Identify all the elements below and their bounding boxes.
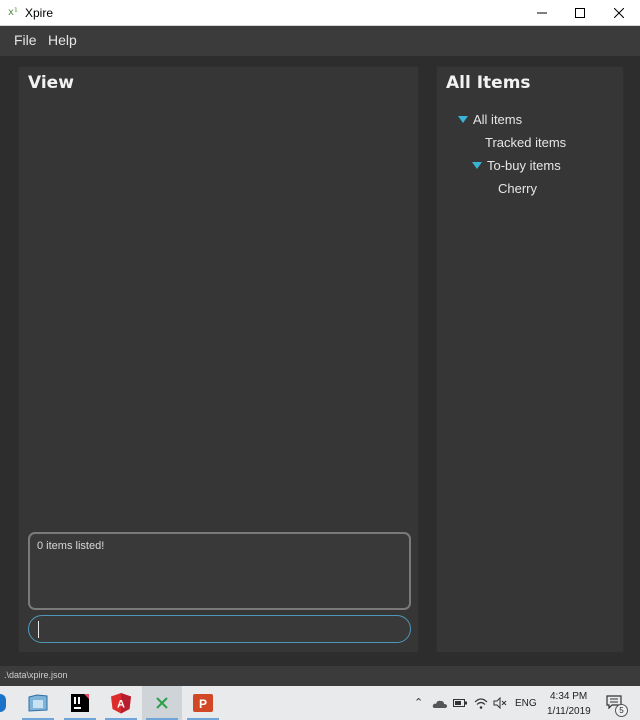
tree-item-all-items[interactable]: All items xyxy=(458,109,522,129)
menu-file[interactable]: File xyxy=(14,32,37,48)
menu-help[interactable]: Help xyxy=(48,32,77,48)
tree-item-tracked-items[interactable]: Tracked items xyxy=(485,132,566,152)
result-display: 0 items listed! xyxy=(28,532,411,610)
close-icon xyxy=(614,8,624,18)
expand-arrow-icon[interactable] xyxy=(472,161,482,169)
window-title: Xpire xyxy=(25,6,54,20)
xpire-app[interactable] xyxy=(142,686,182,720)
notification-count-badge: 5 xyxy=(615,704,628,717)
app-logo-icon: x¹ xyxy=(8,7,18,18)
taskbar: A P ⌃ ENG 4:34 PM 1/11/2019 5 xyxy=(0,686,640,720)
show-hidden-icons-chevron-icon[interactable]: ⌃ xyxy=(414,696,423,709)
title-bar: x¹ Xpire xyxy=(0,0,640,26)
angular-app[interactable]: A xyxy=(101,686,141,720)
maximize-icon xyxy=(575,8,585,18)
angular-icon: A xyxy=(111,693,131,714)
view-panel: View 0 items listed! xyxy=(18,66,419,653)
file-explorer-app[interactable] xyxy=(18,686,58,720)
all-items-panel: All Items All items Tracked items To-buy… xyxy=(436,66,624,653)
view-panel-title: View xyxy=(28,73,74,93)
minimize-icon xyxy=(537,12,547,14)
tree-item-label: All items xyxy=(473,111,523,127)
menu-bar: File Help xyxy=(0,26,640,56)
command-input[interactable] xyxy=(28,615,411,643)
tree-item-cherry[interactable]: Cherry xyxy=(498,178,537,198)
status-bar: .\data\xpire.json xyxy=(0,666,640,686)
intellij-icon xyxy=(71,694,89,712)
volume-muted-icon[interactable] xyxy=(493,697,507,709)
svg-text:A: A xyxy=(117,699,125,711)
all-items-panel-title: All Items xyxy=(446,73,531,93)
powerpoint-app[interactable]: P xyxy=(183,686,223,720)
powerpoint-icon: P xyxy=(193,694,213,712)
tree-item-label: Tracked items xyxy=(485,134,567,150)
main-area: View 0 items listed! All Items All items… xyxy=(0,56,640,666)
wifi-icon[interactable] xyxy=(474,697,488,709)
expand-arrow-icon[interactable] xyxy=(458,115,468,123)
xpire-icon xyxy=(156,697,168,709)
onedrive-cloud-icon[interactable] xyxy=(432,699,448,709)
minimize-button[interactable] xyxy=(522,0,562,26)
clock-date[interactable]: 1/11/2019 xyxy=(547,706,591,717)
maximize-button[interactable] xyxy=(560,0,600,26)
result-text: 0 items listed! xyxy=(37,540,105,552)
file-explorer-icon xyxy=(28,694,48,712)
clock-time[interactable]: 4:34 PM xyxy=(550,691,587,702)
svg-text:P: P xyxy=(199,697,207,711)
tree-item-label: Cherry xyxy=(498,180,538,196)
tree-item-to-buy-items[interactable]: To-buy items xyxy=(472,155,561,175)
save-location-path: .\data\xpire.json xyxy=(4,670,68,680)
edge-browser-icon[interactable] xyxy=(0,694,6,712)
input-language-indicator[interactable]: ENG xyxy=(515,698,537,709)
battery-icon[interactable] xyxy=(453,698,467,708)
text-caret xyxy=(38,621,39,638)
close-button[interactable] xyxy=(599,0,639,26)
tree-item-label: To-buy items xyxy=(487,157,561,173)
intellij-app[interactable] xyxy=(60,686,100,720)
